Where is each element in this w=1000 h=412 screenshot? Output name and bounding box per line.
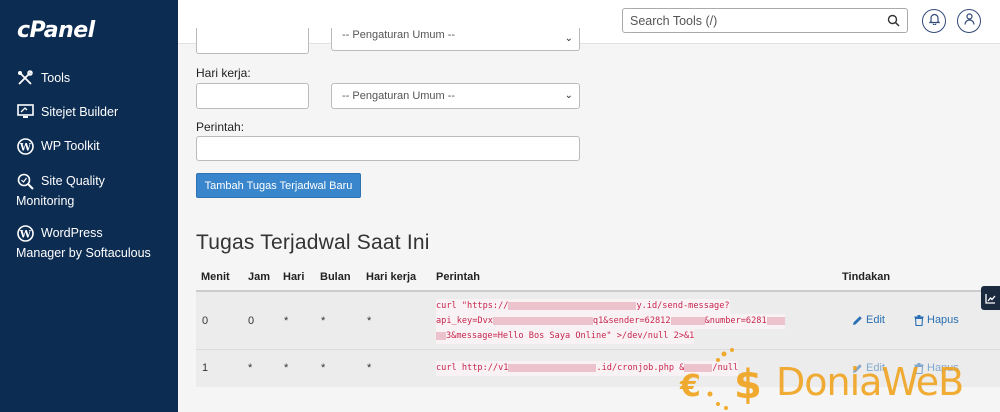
sidebar: cPanel Tools Sitejet Builder W WP Toolki… [0,0,178,412]
add-cron-job-button[interactable]: Tambah Tugas Terjadwal Baru [196,173,361,198]
redacted-text [492,316,593,325]
col-header-day: Hari [283,271,305,283]
cell-command-line: api_key=Dvx q1&sender=62812 &number=6281 [436,314,785,329]
watermark: € $ DoniaWeB [678,346,1000,412]
edit-link[interactable]: Edit [852,314,885,326]
watermark-text: DoniaWeB [776,360,964,404]
cell-minute: 0 [202,315,209,327]
weekday-common-settings-select[interactable]: -- Pengaturan Umum -- ⌄ [331,83,580,109]
weekday-field[interactable] [196,83,309,109]
sidebar-item-label: Site Quality Monitoring [16,174,105,208]
chevron-down-icon: ⌄ [564,33,573,44]
redacted-text [670,316,705,325]
sidebar-item-label: Tools [41,71,71,85]
col-header-minute: Menit [201,271,230,283]
monitor-icon [16,103,34,121]
cell-weekday: * [367,362,372,374]
chart-icon [985,293,996,304]
cell-month: * [321,362,326,374]
search-box [622,8,908,33]
cell-hour: 0 [248,315,255,327]
sidebar-item-label: WordPress Manager by Softaculous [16,226,151,260]
cpanel-logo[interactable]: cPanel [17,18,95,43]
cell-weekday: * [367,315,372,327]
wordpress-icon: W [16,137,34,155]
cell-minute: 1 [202,362,209,374]
cell-command-line: curl "https://y.id/send-message? [436,299,730,314]
tools-icon [16,69,34,87]
command-label: Perintah: [196,120,245,134]
redacted-text [508,363,597,372]
redacted-text [436,331,446,340]
redacted-text [508,301,637,310]
col-header-weekday: Hari kerja [366,271,417,283]
delete-link[interactable]: Hapus [914,314,959,326]
search-icon[interactable] [887,14,900,32]
side-panel-toggle[interactable] [981,286,1000,310]
sidebar-item-label: WP Toolkit [41,139,100,153]
cell-command-line: 3&message=Hello Bos Saya Online" >/dev/n… [436,329,695,344]
sidebar-item-wp-toolkit[interactable]: W WP Toolkit [16,136,100,156]
bell-icon [928,12,940,30]
weekday-field-top[interactable] [196,28,309,54]
sidebar-item-wordpress-manager[interactable]: W WordPress Manager by Softaculous [16,223,166,263]
cell-hour: * [248,362,253,374]
watermark-logo-icon: € $ [679,348,762,410]
section-title: Tugas Terjadwal Saat Ini [196,231,430,254]
pencil-icon [853,315,862,325]
user-icon [963,12,975,30]
command-field[interactable] [196,136,580,161]
weekday-label: Hari kerja: [196,66,251,80]
svg-text:€: € [679,369,701,404]
sidebar-item-label: Sitejet Builder [41,105,119,119]
col-header-hour: Jam [248,271,271,283]
chevron-down-icon: ⌄ [564,90,573,101]
user-menu-button[interactable] [957,9,981,33]
col-header-actions: Tindakan [842,271,891,283]
redacted-text [766,316,785,325]
trash-icon [914,314,924,326]
notifications-button[interactable] [922,9,946,33]
cell-day: * [284,362,289,374]
cell-day: * [284,315,289,327]
cell-month: * [321,315,326,327]
common-settings-select-top[interactable]: -- Pengaturan Umum -- ⌄ [331,28,580,51]
col-header-command: Perintah [436,271,481,283]
svg-text:W: W [18,142,31,153]
svg-text:$: $ [734,362,762,408]
sidebar-item-site-quality-monitoring[interactable]: Site Quality Monitoring [16,171,166,211]
col-header-month: Bulan [320,271,351,283]
sidebar-item-tools[interactable]: Tools [16,68,70,88]
sidebar-item-sitejet-builder[interactable]: Sitejet Builder [16,102,118,122]
search-input[interactable] [623,9,873,32]
